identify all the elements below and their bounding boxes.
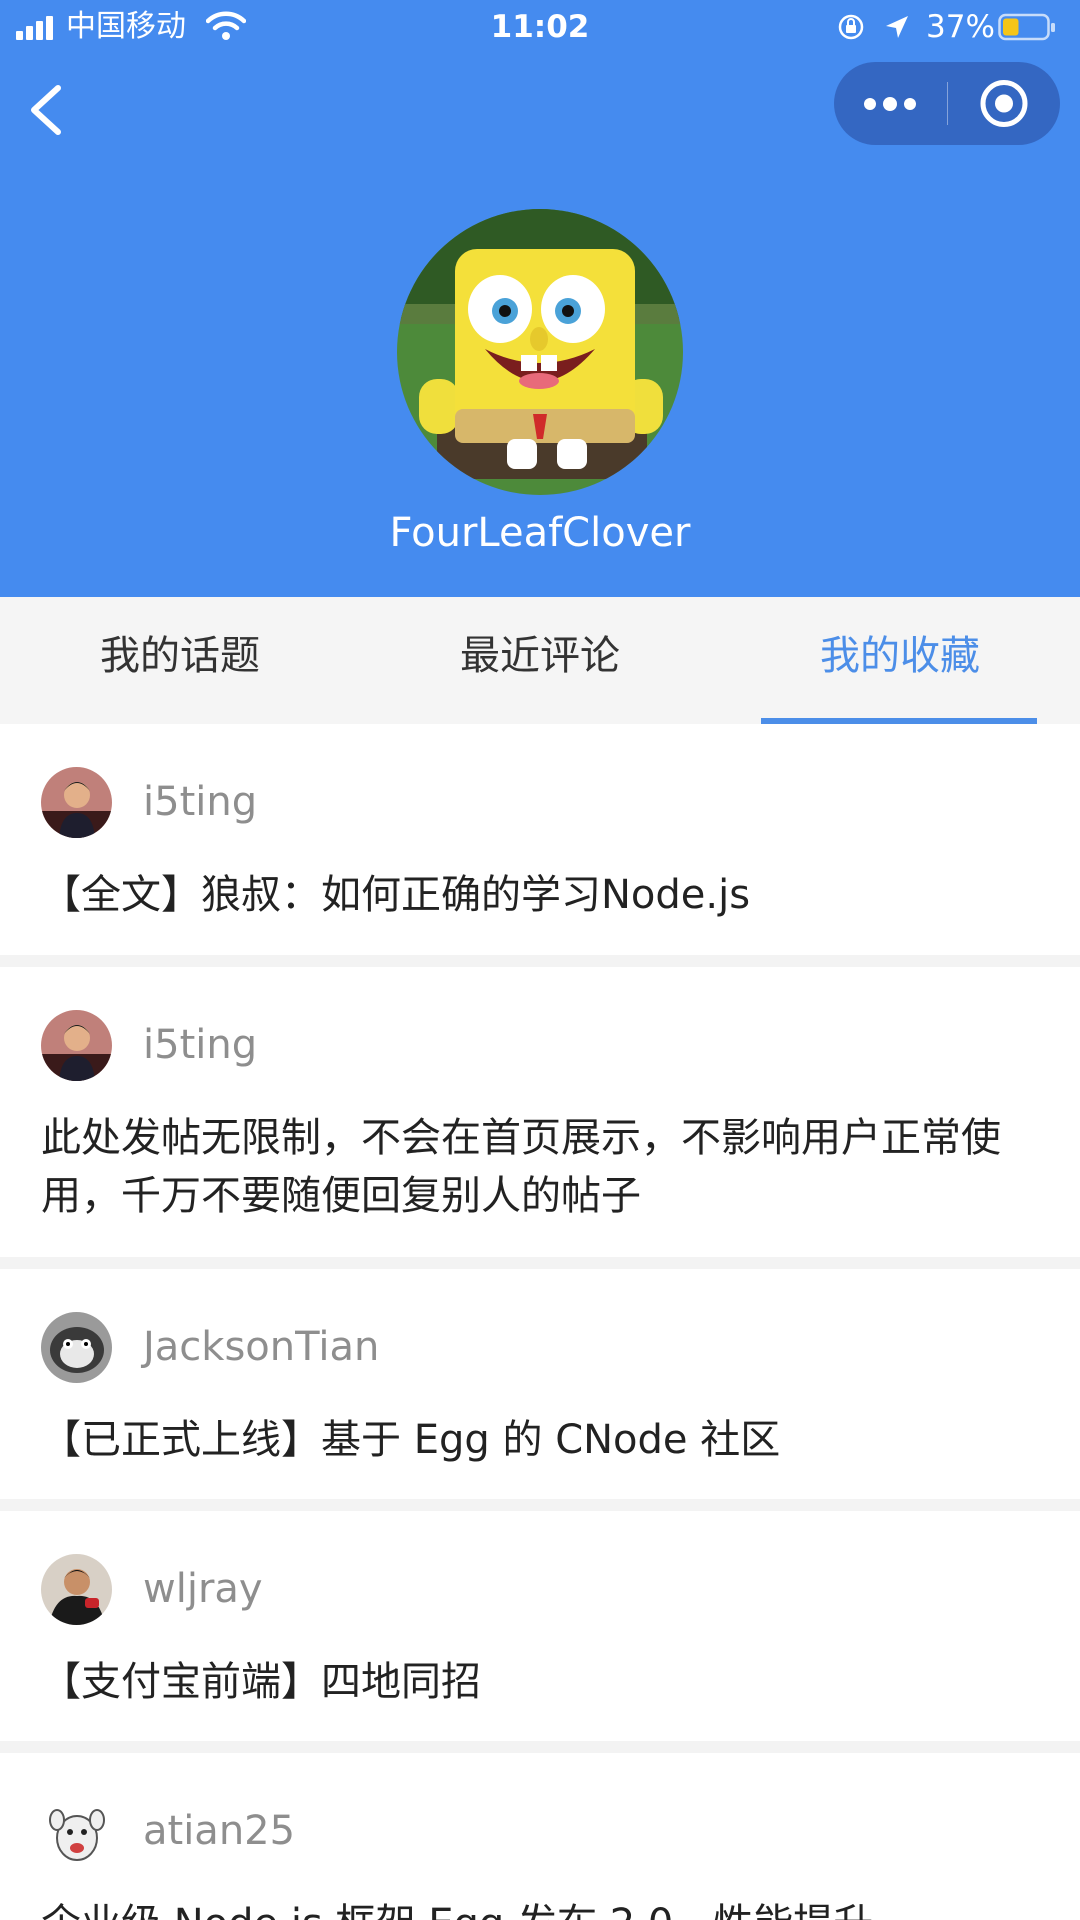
topic-title[interactable]: 【全文】狼叔：如何正确的学习Node.js [41, 866, 1041, 924]
avatar [397, 209, 683, 495]
topic-author: i5ting [143, 1022, 258, 1068]
tab-bar: 我的话题 最近评论 我的收藏 [0, 597, 1080, 724]
topic-title[interactable]: 【支付宝前端】四地同招 [41, 1653, 1041, 1711]
topic-list: i5ting 【全文】狼叔：如何正确的学习Node.js i5ting 此处发帖… [0, 724, 1080, 1920]
topic-title[interactable]: 企业级 Node.js 框架 Egg 发布 2.0，性能提升 [41, 1895, 1041, 1920]
topic-author: wljray [143, 1566, 263, 1612]
profile-header: 中国移动 11:02 37% FourLeafClover [0, 0, 1080, 597]
topic-author: JacksonTian [143, 1324, 380, 1370]
username: FourLeafClover [389, 510, 691, 556]
battery-icon [998, 13, 1055, 41]
more-dots-icon[interactable] [834, 62, 946, 145]
topic-title[interactable]: 此处发帖无限制，不会在首页展示，不影响用户正常使用，千万不要随便回复别人的帖子 [41, 1109, 1041, 1225]
status-bar: 中国移动 11:02 37% [0, 0, 1080, 56]
list-item[interactable]: i5ting 此处发帖无限制，不会在首页展示，不影响用户正常使用，千万不要随便回… [0, 967, 1080, 1269]
tab-recent-comments[interactable]: 最近评论 [360, 597, 720, 724]
topic-author: i5ting [143, 779, 258, 825]
list-item[interactable]: wljray 【支付宝前端】四地同招 [0, 1511, 1080, 1753]
tab-my-favorites[interactable]: 我的收藏 [720, 597, 1080, 724]
list-item[interactable]: atian25 企业级 Node.js 框架 Egg 发布 2.0，性能提升 [0, 1753, 1080, 1920]
avatar [41, 1312, 112, 1383]
avatar [41, 1796, 112, 1867]
topic-title[interactable]: 【已正式上线】基于 Egg 的 CNode 社区 [41, 1411, 1041, 1469]
list-item[interactable]: JacksonTian 【已正式上线】基于 Egg 的 CNode 社区 [0, 1269, 1080, 1511]
avatar [41, 767, 112, 838]
topic-author: atian25 [143, 1808, 296, 1854]
avatar [41, 1554, 112, 1625]
battery-percent: 37% [926, 9, 995, 45]
back-icon[interactable] [20, 80, 70, 140]
target-circle-icon[interactable] [948, 62, 1060, 145]
list-item[interactable]: i5ting 【全文】狼叔：如何正确的学习Node.js [0, 724, 1080, 967]
tab-my-topics[interactable]: 我的话题 [0, 597, 360, 724]
capsule-menu [834, 62, 1060, 145]
status-time: 11:02 [490, 9, 590, 45]
location-arrow-icon [886, 16, 908, 38]
avatar [41, 1010, 112, 1081]
orientation-lock-icon [838, 14, 864, 40]
